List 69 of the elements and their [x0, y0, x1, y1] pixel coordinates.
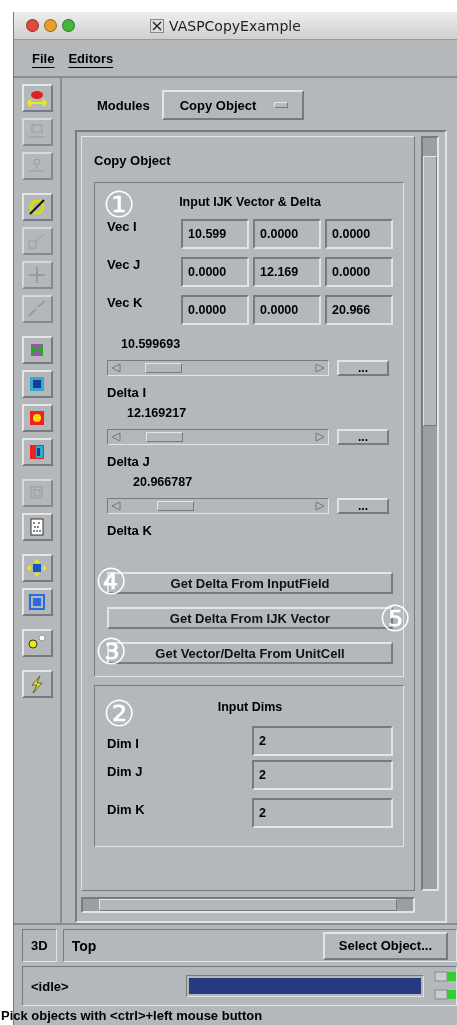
- zoom-button[interactable]: [62, 19, 75, 32]
- more-button[interactable]: ...: [337, 498, 389, 514]
- vertical-scrollbar[interactable]: [421, 136, 439, 891]
- status-state: <idle>: [31, 978, 69, 994]
- slider-label: Delta I: [107, 385, 147, 400]
- slider-reading: 12.169217: [127, 406, 188, 420]
- slider-thumb[interactable]: [156, 501, 194, 511]
- slider-label: Delta K: [107, 523, 153, 538]
- number-field[interactable]: 0.0000: [253, 295, 321, 325]
- slider-thumb[interactable]: [144, 363, 182, 373]
- slider-thumb[interactable]: [146, 432, 183, 442]
- minimize-button[interactable]: [44, 19, 57, 32]
- rotate-icon[interactable]: [21, 193, 53, 221]
- number-field[interactable]: 0.0000: [181, 257, 249, 287]
- right-arrow-icon[interactable]: [315, 432, 325, 442]
- frame-icon[interactable]: [21, 588, 53, 616]
- right-arrow-icon[interactable]: [315, 363, 325, 373]
- menu-item[interactable]: Editors: [68, 50, 114, 66]
- left-arrow-icon[interactable]: [111, 432, 121, 442]
- number-field[interactable]: 0.0000: [325, 219, 393, 249]
- cube-icon[interactable]: [21, 336, 53, 364]
- modules-label: Modules: [97, 97, 150, 113]
- cube-icon[interactable]: [21, 370, 53, 398]
- more-button[interactable]: ...: [337, 429, 389, 445]
- x-window-icon: [150, 18, 164, 33]
- group-title: Input IJK Vector & Delta: [179, 195, 321, 209]
- arrows-icon[interactable]: [21, 554, 53, 582]
- number-field[interactable]: 2: [252, 760, 393, 790]
- indicator-lights-drawing: [434, 969, 456, 1003]
- right-arrow-icon[interactable]: [315, 501, 325, 511]
- number-field[interactable]: 12.169: [253, 257, 321, 287]
- more-button[interactable]: ...: [337, 360, 389, 376]
- cube-icon[interactable]: [21, 438, 53, 466]
- annotation-marker: ②: [103, 696, 135, 732]
- dimension-label: Dim K: [107, 802, 145, 817]
- slider-label: Delta J: [107, 454, 151, 469]
- number-field[interactable]: 0.0000: [325, 257, 393, 287]
- left-arrow-icon[interactable]: [111, 501, 121, 511]
- horizontal-scrollbar[interactable]: [81, 897, 415, 913]
- select-object-button[interactable]: Select Object...: [322, 931, 448, 960]
- cube-icon[interactable]: [21, 404, 53, 432]
- slider-track[interactable]: [107, 429, 329, 445]
- number-field[interactable]: 20.966: [325, 295, 393, 325]
- modules-dropdown[interactable]: Copy Object: [161, 90, 305, 120]
- slider-reading: 10.599693: [121, 337, 182, 351]
- number-field[interactable]: 2: [252, 798, 393, 828]
- notes-icon[interactable]: [21, 513, 53, 541]
- window-title: VASPCopyExample: [169, 17, 301, 34]
- slider-reading: 20.966787: [133, 475, 194, 489]
- camera-label: Top: [71, 937, 97, 954]
- view-mode-label: 3D: [31, 938, 48, 953]
- number-field[interactable]: 2: [252, 726, 393, 756]
- bolt-icon[interactable]: [21, 670, 53, 698]
- vector-label: Vec K: [107, 295, 144, 310]
- close-button[interactable]: [26, 19, 39, 32]
- status-message: Pick objects with <ctrl>+left mouse button: [1, 1007, 264, 1023]
- slider-track[interactable]: [107, 360, 329, 376]
- vector-label: Vec J: [107, 257, 142, 272]
- dimension-label: Dim I: [107, 736, 139, 751]
- slider-track[interactable]: [107, 498, 329, 514]
- number-field[interactable]: 0.0000: [253, 219, 321, 249]
- number-field[interactable]: 10.599: [181, 219, 249, 249]
- bulbs-icon[interactable]: [21, 629, 53, 657]
- left-arrow-icon[interactable]: [111, 363, 121, 373]
- number-field[interactable]: 0.0000: [181, 295, 249, 325]
- dimension-label: Dim J: [107, 764, 143, 779]
- panel-title: Copy Object: [94, 153, 172, 168]
- menu-item[interactable]: File: [32, 50, 55, 66]
- group-title: Input Dims: [217, 700, 283, 714]
